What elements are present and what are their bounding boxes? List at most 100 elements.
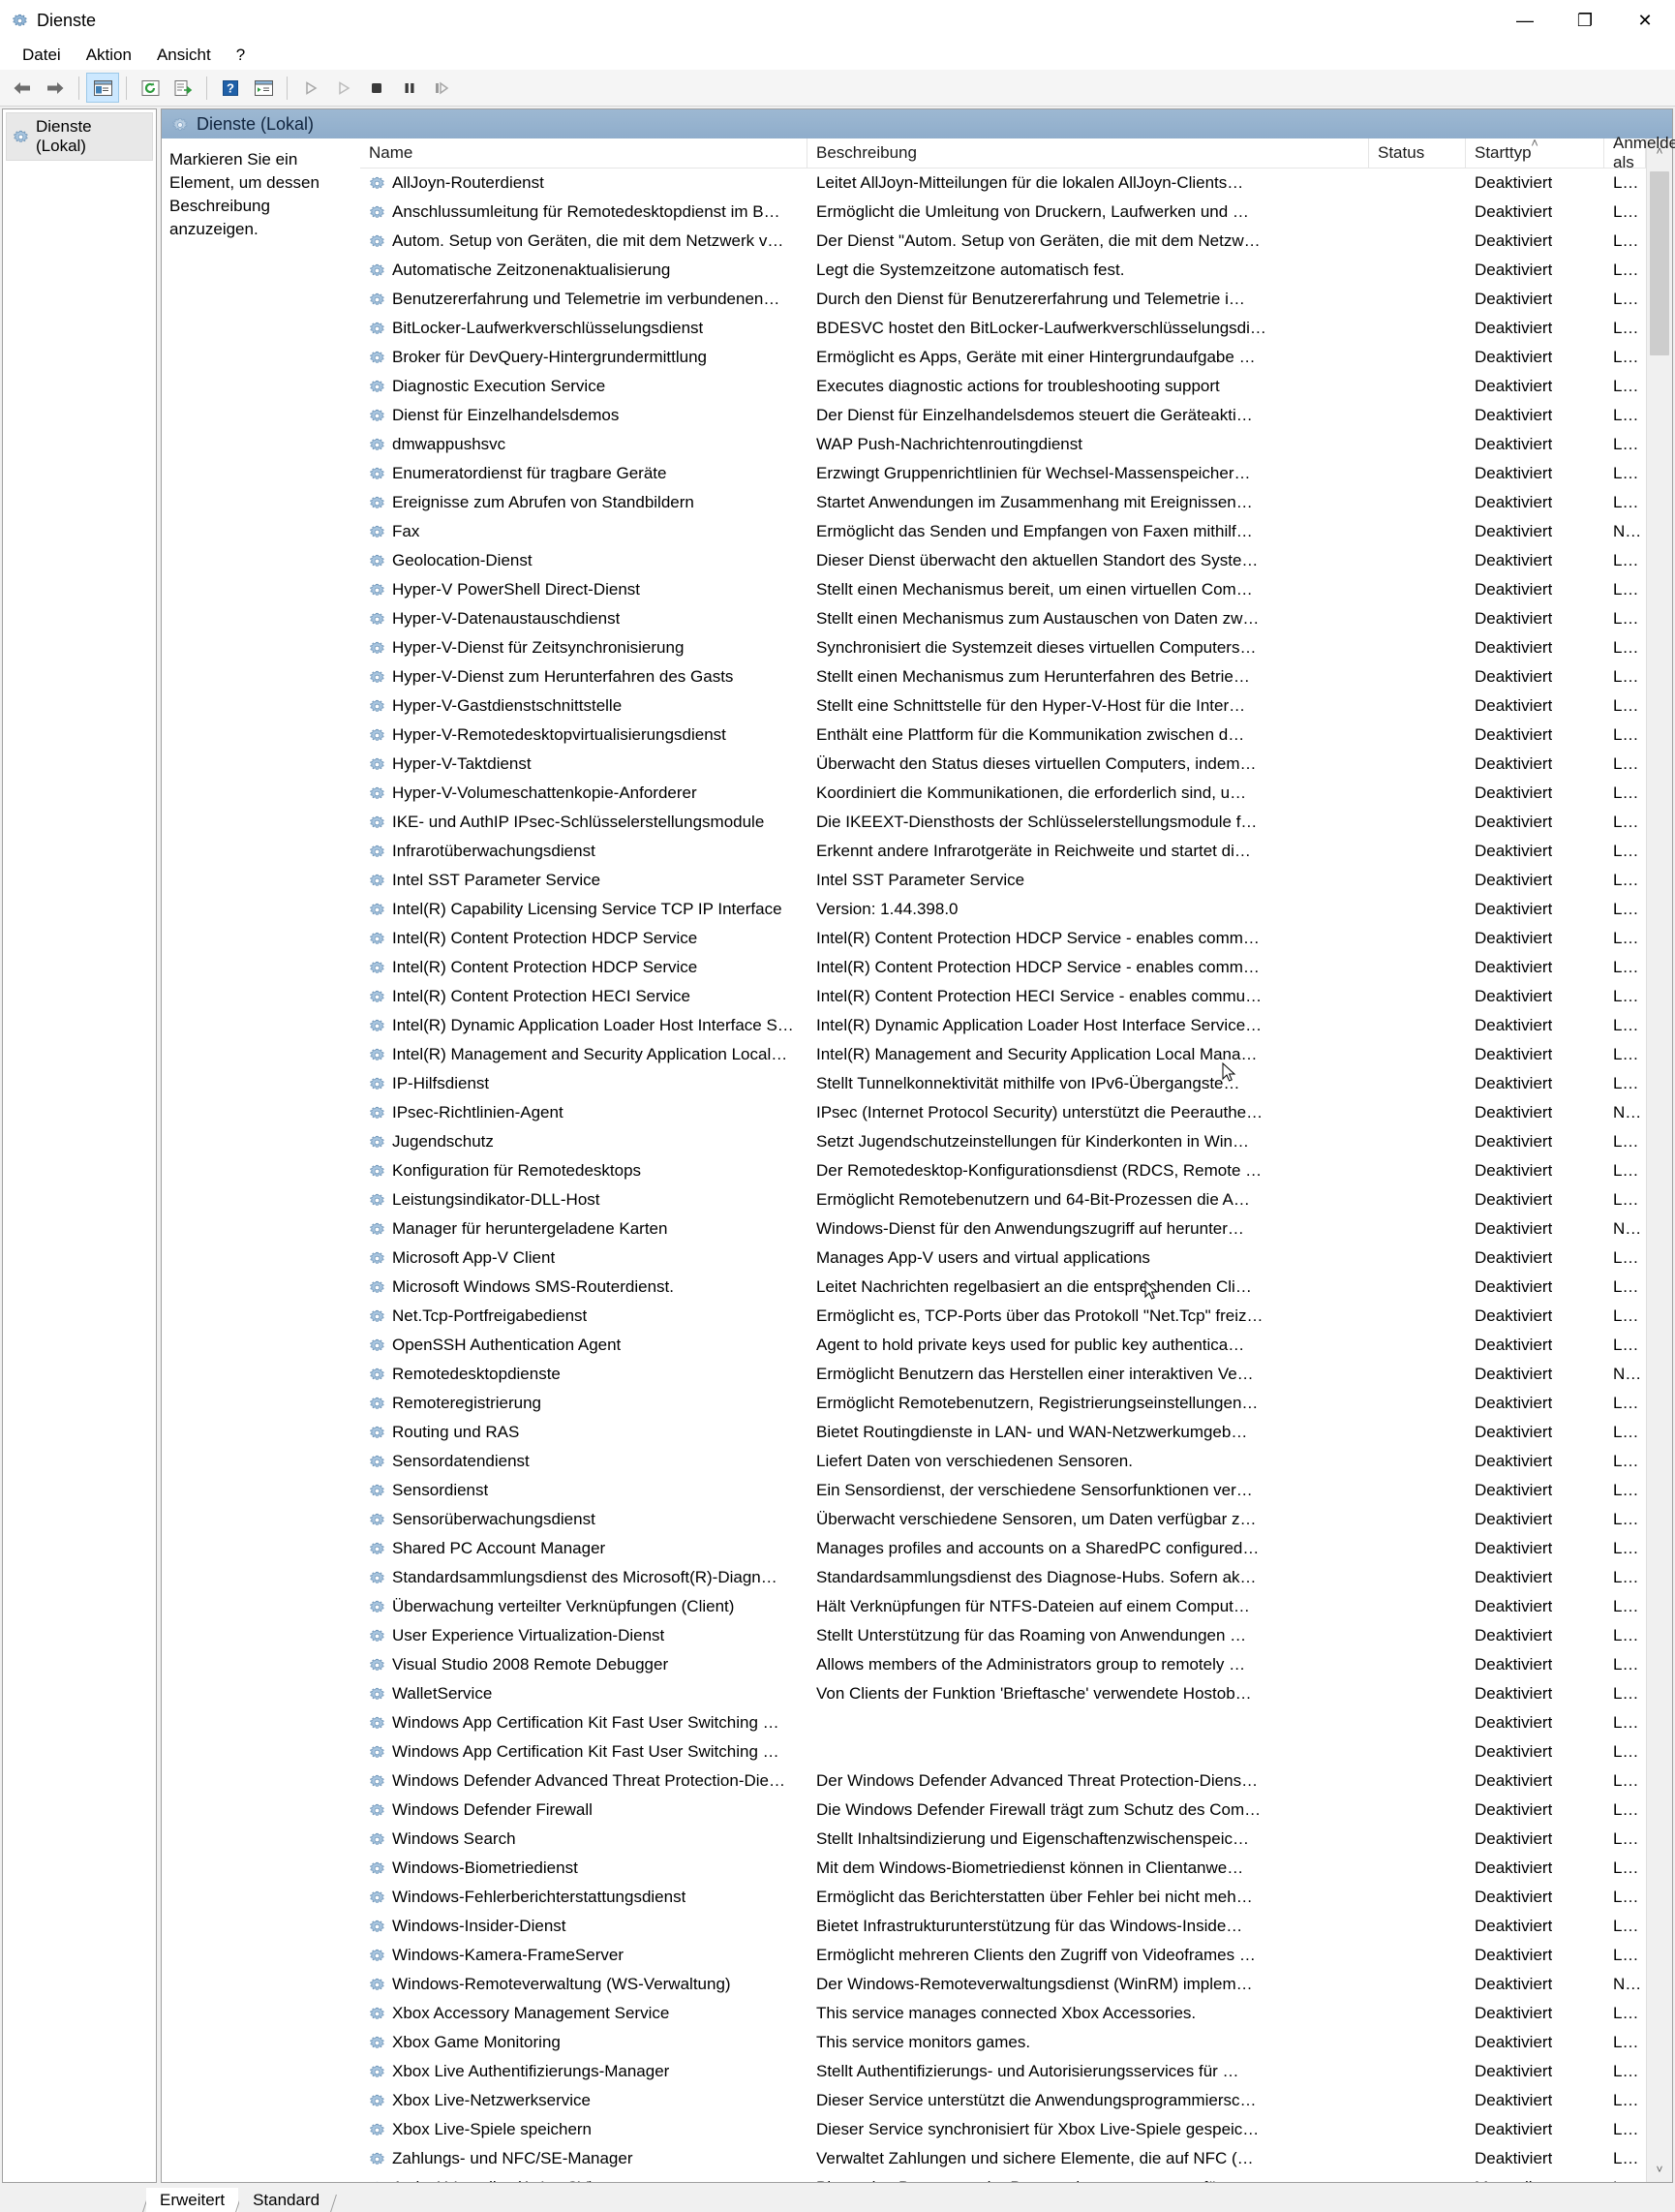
table-row[interactable]: Sensordatendienst Liefert Daten von versc… xyxy=(360,1447,1646,1476)
table-row[interactable]: Geolocation-Dienst Dieser Dienst überwach… xyxy=(360,546,1646,575)
column-header-description[interactable]: Beschreibung xyxy=(807,138,1369,168)
forward-icon[interactable] xyxy=(39,73,72,103)
table-row[interactable]: Broker für DevQuery-Hintergrundermittlun… xyxy=(360,343,1646,372)
table-row[interactable]: Windows-Remoteverwaltung (WS-Verwaltung)… xyxy=(360,1970,1646,1999)
vertical-scrollbar[interactable]: ˄ ˅ xyxy=(1646,138,1672,2182)
scrollbar-thumb[interactable] xyxy=(1650,171,1669,355)
table-row[interactable]: Windows-Biometriedienst Mit dem Windows-B… xyxy=(360,1854,1646,1883)
table-row[interactable]: Intel(R) Content Protection HDCP Service… xyxy=(360,924,1646,953)
column-header-status[interactable]: Status xyxy=(1369,138,1466,168)
table-row[interactable]: Sensordienst Ein Sensordienst, der versch… xyxy=(360,1476,1646,1505)
scrollbar-track[interactable] xyxy=(1647,164,1672,2157)
table-row[interactable]: Xbox Accessory Management Service This se… xyxy=(360,1999,1646,2028)
table-row[interactable]: Überwachung verteilter Verknüpfungen (Cl… xyxy=(360,1592,1646,1621)
table-row[interactable]: Xbox Live-Spiele speichern Dieser Service… xyxy=(360,2115,1646,2144)
table-row[interactable]: IP-Hilfsdienst Stellt Tunnelkonnektivität… xyxy=(360,1069,1646,1098)
table-row[interactable]: ActiveX-Installer (AxInstSV) Bietet eine … xyxy=(360,2173,1646,2182)
table-row[interactable]: Hyper-V-Remotedesktopvirtualisierungsdie… xyxy=(360,721,1646,750)
table-row[interactable]: Remoteregistrierung Ermöglicht Remotebenu… xyxy=(360,1389,1646,1418)
table-row[interactable]: Microsoft App-V Client Manages App-V user… xyxy=(360,1244,1646,1273)
stop-service-icon[interactable] xyxy=(360,73,393,103)
table-row[interactable]: Routing und RAS Bietet Routingdienste in … xyxy=(360,1418,1646,1447)
table-row[interactable]: Hyper-V-Taktdienst Überwacht den Status d… xyxy=(360,750,1646,779)
tab-standard[interactable]: Standard xyxy=(239,2188,334,2212)
refresh-icon[interactable] xyxy=(134,73,167,103)
menu-aktion[interactable]: Aktion xyxy=(74,43,144,68)
table-row[interactable]: Dienst für Einzelhandelsdemos Der Dienst … xyxy=(360,401,1646,430)
table-row[interactable]: Remotedesktopdienste Ermöglicht Benutzern… xyxy=(360,1360,1646,1389)
column-header-name[interactable]: Name xyxy=(360,138,807,168)
table-row[interactable]: Net.Tcp-Portfreigabedienst Ermöglicht es,… xyxy=(360,1302,1646,1331)
table-row[interactable]: dmwappushsvc WAP Push-Nachrichtenroutingd… xyxy=(360,430,1646,459)
table-row[interactable]: Windows-Kamera-FrameServer Ermöglicht meh… xyxy=(360,1941,1646,1970)
table-row[interactable]: Hyper-V-Gastdienstschnittstelle Stellt ei… xyxy=(360,691,1646,721)
start-service-icon[interactable] xyxy=(294,73,327,103)
table-row[interactable]: OpenSSH Authentication Agent Agent to hol… xyxy=(360,1331,1646,1360)
show-action-pane-icon[interactable] xyxy=(247,73,280,103)
table-row[interactable]: Windows-Fehlerberichterstattungsdienst Er… xyxy=(360,1883,1646,1912)
tab-erweitert[interactable]: Erweitert xyxy=(146,2188,239,2212)
table-row[interactable]: Intel(R) Management and Security Applica… xyxy=(360,1040,1646,1069)
table-row[interactable]: Manager für heruntergeladene Karten Windo… xyxy=(360,1214,1646,1244)
table-row[interactable]: Visual Studio 2008 Remote Debugger Allows… xyxy=(360,1650,1646,1679)
table-row[interactable]: Automatische Zeitzonenaktualisierung Legt… xyxy=(360,256,1646,285)
table-row[interactable]: Fax Ermöglicht das Senden und Empfangen v… xyxy=(360,517,1646,546)
scroll-down-button[interactable]: ˅ xyxy=(1647,2157,1672,2182)
table-row[interactable]: Xbox Live Authentifizierungs-Manager Stel… xyxy=(360,2057,1646,2086)
table-row[interactable]: Infrarotüberwachungsdienst Erkennt andere… xyxy=(360,837,1646,866)
table-row[interactable]: Microsoft Windows SMS-Routerdienst. Leite… xyxy=(360,1273,1646,1302)
menu-hilfe[interactable]: ? xyxy=(224,43,258,68)
table-row[interactable]: Benutzererfahrung und Telemetrie im verb… xyxy=(360,285,1646,314)
table-row[interactable]: Zahlungs- und NFC/SE-Manager Verwaltet Za… xyxy=(360,2144,1646,2173)
maximize-button[interactable]: ❐ xyxy=(1555,0,1615,41)
table-row[interactable]: Intel SST Parameter Service Intel SST Par… xyxy=(360,866,1646,895)
table-row[interactable]: Windows App Certification Kit Fast User … xyxy=(360,1737,1646,1767)
column-header-logon[interactable]: Anmelden als xyxy=(1604,134,1675,171)
table-row[interactable]: Hyper-V-Datenaustauschdienst Stellt einen… xyxy=(360,604,1646,633)
resume-service-icon[interactable] xyxy=(426,73,459,103)
menu-ansicht[interactable]: Ansicht xyxy=(144,43,224,68)
table-row[interactable]: Konfiguration für Remotedesktops Der Remo… xyxy=(360,1156,1646,1185)
help-icon[interactable]: ? xyxy=(214,73,247,103)
table-row[interactable]: Autom. Setup von Geräten, die mit dem Ne… xyxy=(360,227,1646,256)
back-icon[interactable] xyxy=(6,73,39,103)
table-row[interactable]: WalletService Von Clients der Funktion 'B… xyxy=(360,1679,1646,1708)
close-button[interactable]: ✕ xyxy=(1615,0,1675,41)
table-row[interactable]: Intel(R) Dynamic Application Loader Host… xyxy=(360,1011,1646,1040)
pause-service-icon[interactable] xyxy=(393,73,426,103)
table-row[interactable]: Jugendschutz Setzt Jugendschutzeinstellun… xyxy=(360,1127,1646,1156)
table-row[interactable]: Xbox Live-Netzwerkservice Dieser Service … xyxy=(360,2086,1646,2115)
table-row[interactable]: IKE- und AuthIP IPsec-Schlüsselerstellun… xyxy=(360,808,1646,837)
table-row[interactable]: Hyper-V-Dienst für Zeitsynchronisierung S… xyxy=(360,633,1646,662)
menu-datei[interactable]: Datei xyxy=(10,43,74,68)
export-list-icon[interactable] xyxy=(167,73,199,103)
table-row[interactable]: Windows-Insider-Dienst Bietet Infrastrukt… xyxy=(360,1912,1646,1941)
table-row[interactable]: Intel(R) Content Protection HDCP Service… xyxy=(360,953,1646,982)
table-row[interactable]: Ereignisse zum Abrufen von Standbildern S… xyxy=(360,488,1646,517)
table-row[interactable]: Standardsammlungsdienst des Microsoft(R)… xyxy=(360,1563,1646,1592)
table-row[interactable]: Xbox Game Monitoring This service monitor… xyxy=(360,2028,1646,2057)
table-row[interactable]: Windows Defender Advanced Threat Protect… xyxy=(360,1767,1646,1796)
table-row[interactable]: Enumeratordienst für tragbare Geräte Erzw… xyxy=(360,459,1646,488)
table-row[interactable]: BitLocker-Laufwerkverschlüsselungsdienst… xyxy=(360,314,1646,343)
table-row[interactable]: Intel(R) Content Protection HECI Service… xyxy=(360,982,1646,1011)
table-row[interactable]: Intel(R) Capability Licensing Service TC… xyxy=(360,895,1646,924)
table-row[interactable]: AllJoyn-Routerdienst Leitet AllJoyn-Mitte… xyxy=(360,169,1646,198)
column-header-startup[interactable]: ˄ Starttyp xyxy=(1466,137,1604,168)
table-row[interactable]: Hyper-V-Volumeschattenkopie-Anforderer Ko… xyxy=(360,779,1646,808)
table-row[interactable]: Sensorüberwachungsdienst Überwacht versch… xyxy=(360,1505,1646,1534)
table-row[interactable]: Windows App Certification Kit Fast User … xyxy=(360,1708,1646,1737)
show-hide-console-tree-icon[interactable] xyxy=(86,73,119,103)
table-row[interactable]: Anschlussumleitung für Remotedesktopdien… xyxy=(360,198,1646,227)
table-row[interactable]: IPsec-Richtlinien-Agent IPsec (Internet P… xyxy=(360,1098,1646,1127)
table-row[interactable]: Windows Search Stellt Inhaltsindizierung … xyxy=(360,1825,1646,1854)
table-row[interactable]: Hyper-V PowerShell Direct-Dienst Stellt e… xyxy=(360,575,1646,604)
minimize-button[interactable]: — xyxy=(1495,0,1555,41)
table-row[interactable]: Hyper-V-Dienst zum Herunterfahren des Ga… xyxy=(360,662,1646,691)
table-row[interactable]: User Experience Virtualization-Dienst Ste… xyxy=(360,1621,1646,1650)
table-row[interactable]: Leistungsindikator-DLL-Host Ermöglicht Re… xyxy=(360,1185,1646,1214)
tree-item-dienste-lokal[interactable]: Dienste (Lokal) xyxy=(6,112,153,161)
table-row[interactable]: Windows Defender Firewall Die Windows Def… xyxy=(360,1796,1646,1825)
table-row[interactable]: Diagnostic Execution Service Executes dia… xyxy=(360,372,1646,401)
restart-service-icon[interactable] xyxy=(327,73,360,103)
